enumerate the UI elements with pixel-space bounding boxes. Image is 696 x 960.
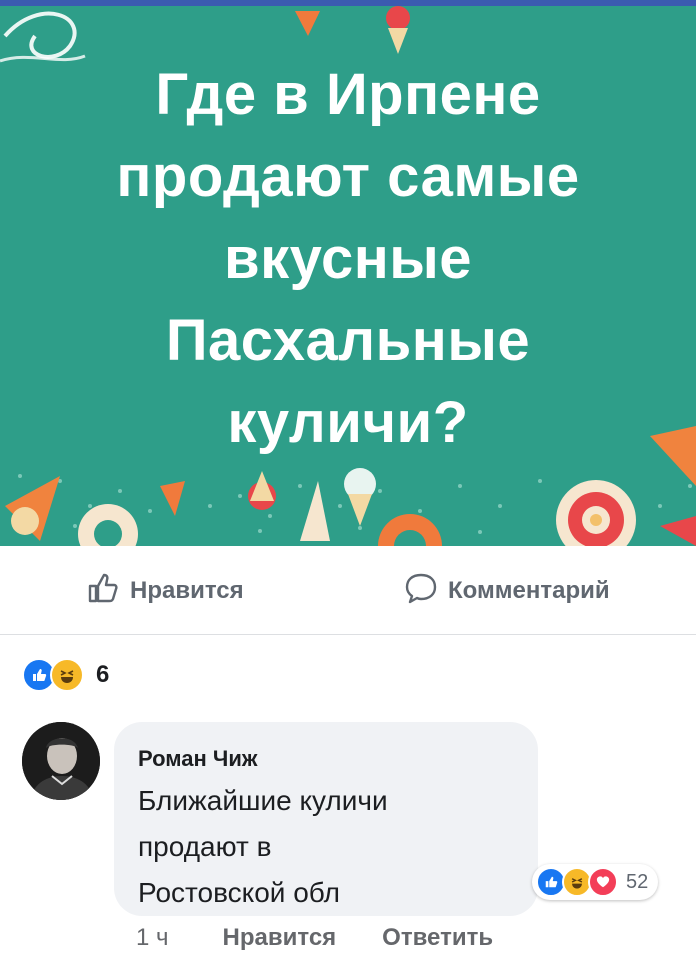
- post-title: Где в Ирпене продают самые вкусные Пасха…: [60, 54, 636, 464]
- comment-meta: 1 ч Нравится Ответить: [136, 924, 539, 952]
- comment-label: Комментарий: [448, 577, 610, 604]
- comment-reply-link[interactable]: Ответить: [382, 924, 493, 952]
- comment-text-line: продают в: [138, 831, 272, 862]
- comment-icon: [404, 571, 438, 612]
- post-action-bar: Нравится Комментарий: [0, 546, 696, 635]
- comment-bubble: Роман Чиж Ближайшие куличи продают в Рос…: [114, 722, 538, 916]
- comment-button[interactable]: Комментарий: [404, 573, 610, 608]
- comment-text-line: Ближайшие куличи: [138, 785, 388, 816]
- comment-text: Ближайшие куличи продают в Ростовской об…: [138, 778, 528, 916]
- comment-reactions[interactable]: 52: [532, 864, 659, 900]
- avatar[interactable]: [22, 722, 100, 800]
- love-icon: [588, 867, 618, 897]
- like-label: Нравится: [130, 577, 244, 604]
- post-banner: Где в Ирпене продают самые вкусные Пасха…: [0, 6, 696, 546]
- post-reactions[interactable]: 6: [22, 657, 109, 693]
- reaction-count: 6: [96, 661, 110, 688]
- post-title-line: вкусные: [223, 226, 473, 291]
- post-title-line: продают самые: [116, 144, 580, 209]
- thumbs-up-icon: [86, 571, 120, 612]
- comment-author[interactable]: Роман Чиж: [138, 746, 257, 772]
- comment-text-line: Ростовской обл: [138, 877, 340, 908]
- comment-reaction-count: 52: [626, 870, 649, 893]
- comment-like-link[interactable]: Нравится: [223, 924, 337, 952]
- comment-timestamp[interactable]: 1 ч: [136, 924, 169, 952]
- post-title-line: Пасхальные: [165, 308, 531, 373]
- post-title-line: куличи?: [227, 390, 469, 455]
- haha-icon: [50, 658, 84, 692]
- post-title-line: Где в Ирпене: [155, 62, 541, 127]
- like-button[interactable]: Нравится: [86, 573, 244, 608]
